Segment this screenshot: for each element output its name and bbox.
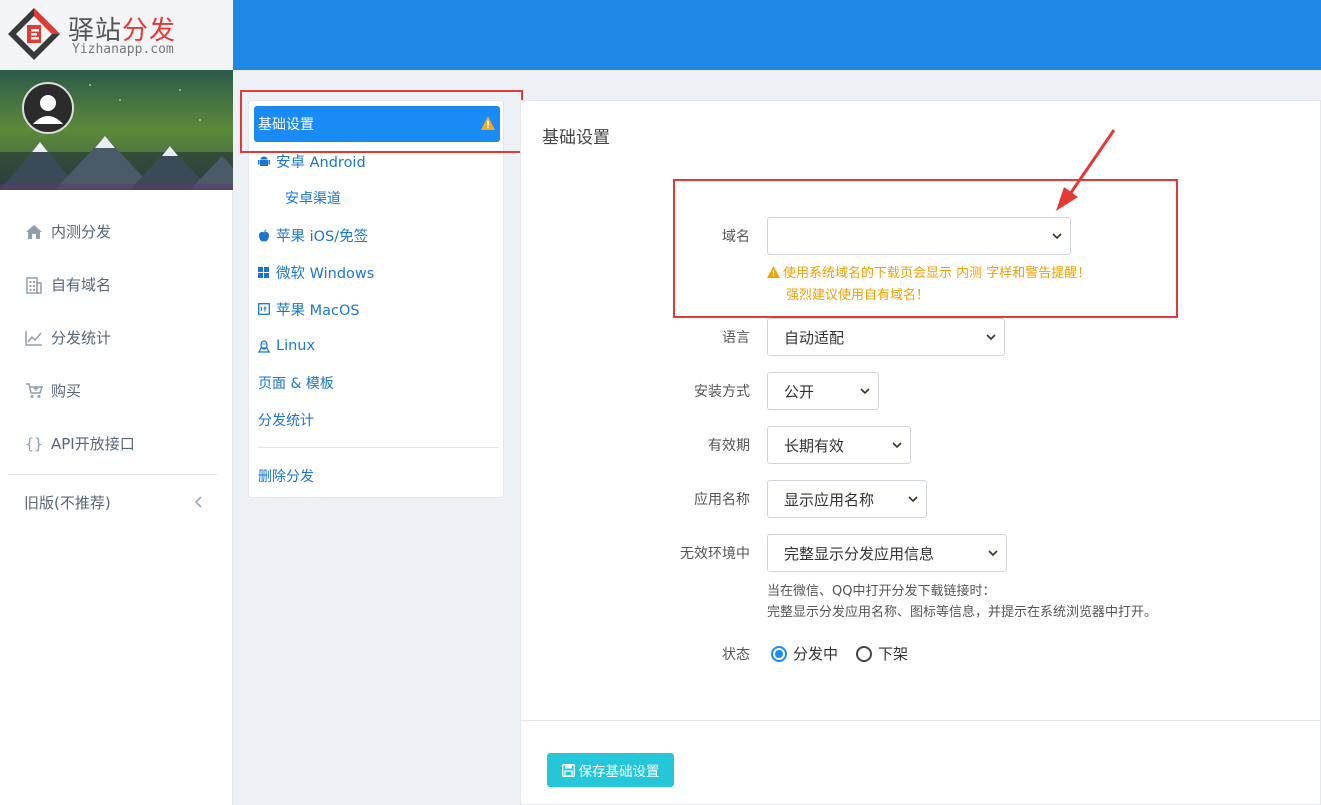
subnav-item-label: 分发统计: [258, 413, 314, 429]
subnav-item-ios[interactable]: 苹果 iOS/免签: [258, 223, 368, 247]
sidebar-item-domain[interactable]: 自有域名: [0, 258, 233, 311]
app-name-label: 应用名称: [694, 492, 750, 508]
sidebar-item-label: 分发统计: [51, 329, 112, 347]
subnav-item-label: 页面 & 模板: [258, 376, 334, 392]
sidebar-item-beta[interactable]: 内测分发: [0, 205, 233, 258]
status-label: 状态: [722, 647, 750, 663]
subnav-item-label: 安卓渠道: [285, 191, 341, 207]
linux-icon: [258, 339, 272, 353]
subnav-item-windows[interactable]: 微软 Windows: [258, 260, 374, 284]
brand-domain: Yizhanapp.com: [72, 42, 174, 57]
subnav-item-label: 苹果 MacOS: [276, 302, 360, 319]
install-mode-select[interactable]: 公开: [767, 372, 879, 410]
android-icon: [258, 155, 272, 168]
save-icon: [561, 763, 575, 777]
subnav-item-delete[interactable]: 删除分发: [258, 464, 314, 488]
subnav-item-stats[interactable]: 分发统计: [258, 408, 314, 432]
profile-banner: [0, 70, 233, 190]
form-divider: [521, 720, 1321, 721]
language-select[interactable]: 自动适配: [767, 318, 1005, 356]
install-mode-select-value: 公开: [784, 382, 815, 401]
avatar[interactable]: [22, 82, 74, 134]
subnav-item-macos[interactable]: 苹果 MacOS: [258, 297, 360, 321]
sidebar: 内测分发 自有域名 分发统计 购买 {} API开放接口 旧版(不推荐): [0, 70, 233, 805]
status-option-label: 下架: [878, 645, 909, 663]
status-radio-active[interactable]: [771, 645, 787, 662]
sidebar-item-stats[interactable]: 分发统计: [0, 311, 233, 364]
language-select-value: 自动适配: [784, 328, 845, 347]
subnav-item-label: Linux: [276, 338, 316, 354]
subnav-item-label: 苹果 iOS/免签: [276, 228, 369, 245]
subnav-item-label: 微软 Windows: [276, 265, 375, 282]
page-title: 基础设置: [542, 128, 610, 148]
language-label: 语言: [722, 330, 750, 346]
windows-icon: [258, 266, 272, 278]
subnav-item-label: 删除分发: [258, 469, 314, 485]
validity-select[interactable]: 长期有效: [767, 426, 911, 464]
annotation-arrow-icon: [1056, 129, 1116, 211]
sidebar-item-label: API开放接口: [51, 435, 135, 453]
home-icon: [24, 222, 44, 242]
sidebar-item-label: 内测分发: [51, 223, 112, 241]
settings-panel: 基础设置 域名 使用系统域名的下载页会显示 内测 字样和警告提醒！ 强烈建议使用…: [520, 100, 1321, 805]
chart-line-icon: [24, 328, 44, 348]
logo-mark-icon: [8, 8, 60, 60]
subnav-divider: [257, 447, 499, 448]
logo[interactable]: 驿站分发 Yizhanapp.com: [0, 0, 233, 70]
braces-icon: {}: [24, 434, 44, 453]
highlight-box-subnav: [240, 90, 523, 153]
cart-icon: [24, 381, 44, 401]
status-radio-group: 分发中 下架: [771, 643, 908, 664]
invalid-env-select-value: 完整显示分发应用信息: [784, 544, 935, 563]
sidebar-item-buy[interactable]: 购买: [0, 364, 233, 417]
sidebar-nav: 内测分发 自有域名 分发统计 购买 {} API开放接口 旧版(不推荐): [0, 205, 233, 529]
validity-select-value: 长期有效: [784, 436, 845, 455]
sidebar-item-label: 购买: [51, 382, 82, 400]
invalid-env-label: 无效环境中: [680, 546, 750, 562]
building-icon: [24, 275, 44, 295]
chevron-down-icon: [986, 334, 996, 341]
settings-subnav: 基础设置 安卓 Android 安卓渠道 苹果 iOS/免签 微软 Window…: [248, 100, 504, 498]
invalid-env-help: 当在微信、QQ中打开分发下载链接时：: [767, 584, 996, 599]
sidebar-item-label: 旧版(不推荐): [24, 493, 111, 512]
app-name-select-value: 显示应用名称: [784, 490, 875, 509]
chevron-down-icon: [892, 442, 902, 449]
apple-icon: [258, 229, 272, 242]
invalid-env-help-2: 完整显示分发应用名称、图标等信息，并提示在系统浏览器中打开。: [767, 605, 1158, 620]
subnav-item-linux[interactable]: Linux: [258, 334, 315, 358]
invalid-env-select[interactable]: 完整显示分发应用信息: [767, 534, 1007, 572]
macos-icon: [258, 303, 272, 315]
subnav-item-label: 安卓 Android: [276, 154, 366, 171]
chevron-down-icon: [908, 496, 918, 503]
chevron-left-icon: [195, 496, 202, 508]
subnav-item-page-template[interactable]: 页面 & 模板: [258, 371, 334, 395]
app-name-select[interactable]: 显示应用名称: [767, 480, 927, 518]
user-icon: [33, 95, 63, 124]
status-radio-offline[interactable]: [856, 645, 873, 662]
sidebar-item-label: 自有域名: [51, 276, 112, 294]
sidebar-item-api[interactable]: {} API开放接口: [0, 417, 233, 470]
chevron-down-icon: [860, 388, 870, 395]
install-mode-label: 安装方式: [694, 384, 750, 400]
sidebar-item-old-version[interactable]: 旧版(不推荐): [0, 475, 233, 529]
save-button-label: 保存基础设置: [578, 764, 660, 780]
save-button[interactable]: 保存基础设置: [547, 753, 674, 787]
validity-label: 有效期: [708, 438, 750, 454]
subnav-item-android-channel[interactable]: 安卓渠道: [285, 186, 341, 210]
status-option-label: 分发中: [793, 645, 839, 663]
chevron-down-icon: [988, 550, 998, 557]
